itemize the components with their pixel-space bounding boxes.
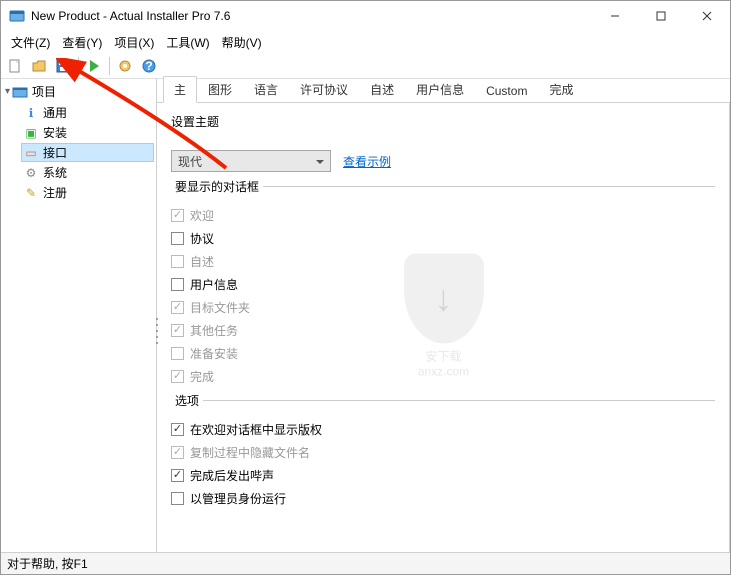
theme-select[interactable]: 现代 bbox=[171, 150, 331, 172]
tab-6[interactable]: Custom bbox=[475, 79, 538, 102]
sidebar-item-label: 注册 bbox=[43, 184, 67, 201]
checkbox-label: 完成 bbox=[190, 368, 214, 385]
checkbox-icon bbox=[171, 255, 184, 268]
menu-project[interactable]: 项目(X) bbox=[108, 32, 160, 53]
sidebar-item-label: 接口 bbox=[43, 144, 67, 161]
checkbox-icon bbox=[171, 446, 184, 459]
checkbox-icon bbox=[171, 278, 184, 291]
run-button[interactable] bbox=[83, 55, 105, 77]
option-checkbox-2[interactable]: 完成后发出哔声 bbox=[171, 464, 715, 487]
menu-help[interactable]: 帮助(V) bbox=[216, 32, 268, 53]
option-checkbox-3[interactable]: 以管理员身份运行 bbox=[171, 487, 715, 510]
status-text: 对于帮助, 按F1 bbox=[7, 555, 88, 572]
sidebar-item-label: 通用 bbox=[43, 104, 67, 121]
checkbox-icon bbox=[171, 301, 184, 314]
window-title: New Product - Actual Installer Pro 7.6 bbox=[31, 9, 592, 23]
dialogs-group: 要显示的对话框 欢迎协议自述用户信息目标文件夹其他任务准备安装完成 bbox=[171, 186, 715, 388]
statusbar: 对于帮助, 按F1 bbox=[1, 552, 730, 574]
settings-button[interactable] bbox=[114, 55, 136, 77]
dialog-checkbox-6: 准备安装 bbox=[171, 342, 715, 365]
checkbox-icon bbox=[171, 492, 184, 505]
sidebar-item-icon: ✎ bbox=[23, 185, 39, 201]
maximize-button[interactable] bbox=[638, 1, 684, 31]
checkbox-label: 复制过程中隐藏文件名 bbox=[190, 444, 310, 461]
dialog-checkbox-4: 目标文件夹 bbox=[171, 296, 715, 319]
checkbox-label: 用户信息 bbox=[190, 276, 238, 293]
view-example-link[interactable]: 查看示例 bbox=[343, 153, 391, 170]
checkbox-icon bbox=[171, 232, 184, 245]
svg-text:?: ? bbox=[145, 59, 152, 73]
new-button[interactable] bbox=[4, 55, 26, 77]
sidebar-item-4[interactable]: ✎注册 bbox=[21, 183, 154, 202]
checkbox-icon bbox=[171, 209, 184, 222]
checkbox-label: 欢迎 bbox=[190, 207, 214, 224]
tab-3[interactable]: 许可协议 bbox=[289, 76, 359, 102]
sidebar-header[interactable]: ▾ 项目 bbox=[3, 81, 154, 102]
checkbox-label: 协议 bbox=[190, 230, 214, 247]
tab-strip: 主图形语言许可协议自述用户信息Custom完成 bbox=[157, 79, 730, 103]
options-group: 选项 在欢迎对话框中显示版权复制过程中隐藏文件名完成后发出哔声以管理员身份运行 bbox=[171, 400, 715, 510]
checkbox-label: 准备安装 bbox=[190, 345, 238, 362]
dialog-checkbox-0: 欢迎 bbox=[171, 204, 715, 227]
dialog-checkbox-2: 自述 bbox=[171, 250, 715, 273]
sidebar-item-label: 系统 bbox=[43, 164, 67, 181]
minimize-button[interactable] bbox=[592, 1, 638, 31]
titlebar: New Product - Actual Installer Pro 7.6 bbox=[1, 1, 730, 31]
dialog-checkbox-1[interactable]: 协议 bbox=[171, 227, 715, 250]
checkbox-icon bbox=[171, 370, 184, 383]
tab-4[interactable]: 自述 bbox=[359, 76, 405, 102]
sidebar-item-3[interactable]: ⚙系统 bbox=[21, 163, 154, 182]
menubar: 文件(Z) 查看(Y) 项目(X) 工具(W) 帮助(V) bbox=[1, 31, 730, 53]
tab-7[interactable]: 完成 bbox=[538, 76, 584, 102]
checkbox-label: 以管理员身份运行 bbox=[190, 490, 286, 507]
checkbox-label: 目标文件夹 bbox=[190, 299, 250, 316]
content-area: 主图形语言许可协议自述用户信息Custom完成 安下载 anxz.com 设置主… bbox=[157, 79, 730, 552]
project-icon bbox=[12, 84, 28, 100]
tab-1[interactable]: 图形 bbox=[197, 76, 243, 102]
sidebar-item-icon: ▭ bbox=[23, 145, 39, 161]
tab-5[interactable]: 用户信息 bbox=[405, 76, 475, 102]
sidebar: ▾ 项目 ℹ通用▣安装▭接口⚙系统✎注册 bbox=[1, 79, 157, 552]
open-button[interactable] bbox=[28, 55, 50, 77]
tab-panel-main: 安下载 anxz.com 设置主题 现代 查看示例 要显示的对话框 欢迎协议自述… bbox=[157, 103, 730, 552]
sidebar-item-label: 安装 bbox=[43, 124, 67, 141]
checkbox-label: 完成后发出哔声 bbox=[190, 467, 274, 484]
menu-tools[interactable]: 工具(W) bbox=[160, 32, 215, 53]
save-button[interactable] bbox=[52, 55, 74, 77]
menu-view[interactable]: 查看(Y) bbox=[56, 32, 108, 53]
checkbox-label: 其他任务 bbox=[190, 322, 238, 339]
close-button[interactable] bbox=[684, 1, 730, 31]
collapse-icon: ▾ bbox=[5, 86, 10, 97]
sidebar-item-icon: ℹ bbox=[23, 105, 39, 121]
tab-2[interactable]: 语言 bbox=[243, 76, 289, 102]
checkbox-label: 在欢迎对话框中显示版权 bbox=[190, 421, 322, 438]
sidebar-item-0[interactable]: ℹ通用 bbox=[21, 103, 154, 122]
dialog-checkbox-3[interactable]: 用户信息 bbox=[171, 273, 715, 296]
tab-0[interactable]: 主 bbox=[163, 76, 197, 103]
dialog-checkbox-7: 完成 bbox=[171, 365, 715, 388]
checkbox-icon bbox=[171, 324, 184, 337]
sidebar-item-icon: ⚙ bbox=[23, 165, 39, 181]
sidebar-item-1[interactable]: ▣安装 bbox=[21, 123, 154, 142]
sidebar-item-icon: ▣ bbox=[23, 125, 39, 141]
menu-file[interactable]: 文件(Z) bbox=[5, 32, 56, 53]
theme-label: 设置主题 bbox=[171, 113, 715, 130]
sidebar-title: 项目 bbox=[32, 83, 56, 100]
option-checkbox-0[interactable]: 在欢迎对话框中显示版权 bbox=[171, 418, 715, 441]
dialog-checkbox-5: 其他任务 bbox=[171, 319, 715, 342]
option-checkbox-1: 复制过程中隐藏文件名 bbox=[171, 441, 715, 464]
checkbox-label: 自述 bbox=[190, 253, 214, 270]
checkbox-icon bbox=[171, 423, 184, 436]
sidebar-item-2[interactable]: ▭接口 bbox=[21, 143, 154, 162]
checkbox-icon bbox=[171, 469, 184, 482]
checkbox-icon bbox=[171, 347, 184, 360]
help-button[interactable]: ? bbox=[138, 55, 160, 77]
app-icon bbox=[9, 8, 25, 24]
